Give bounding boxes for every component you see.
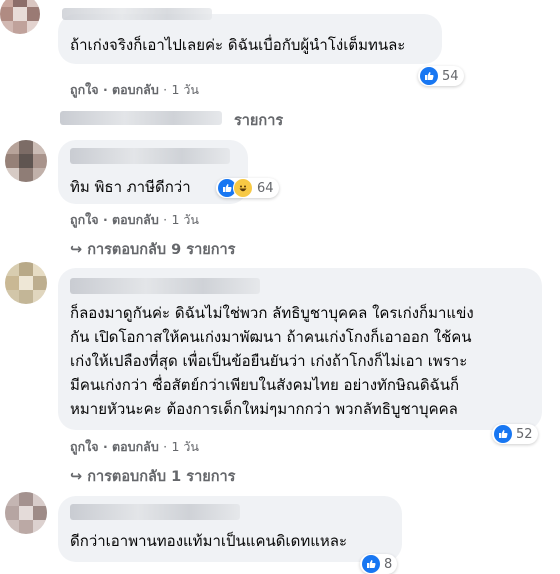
view-replies-label: การตอบกลับ 1 รายการ (87, 469, 236, 485)
comment-actions: ถูกใจ · ตอบกลับ · 1 วัน (70, 437, 199, 457)
comment-text: ทิม พิธา ภาษีดีกว่า (70, 178, 191, 196)
view-replies-link[interactable]: ↪ การตอบกลับ 1 รายการ (70, 465, 235, 488)
reaction-count: 64 (257, 180, 274, 196)
reaction-summary[interactable]: 64 (216, 178, 279, 198)
separator: · (163, 439, 168, 454)
reply-link[interactable]: ตอบกลับ (112, 439, 159, 454)
comment-time[interactable]: 1 วัน (171, 439, 199, 454)
commenter-name-blurred[interactable] (62, 8, 212, 20)
reaction-count: 8 (384, 556, 393, 572)
like-link[interactable]: ถูกใจ (70, 439, 99, 454)
like-link[interactable]: ถูกใจ (70, 82, 99, 97)
reply-arrow-icon: ↪ (70, 469, 83, 485)
comment-actions: ถูกใจ · ตอบกลับ · 1 วัน (70, 80, 199, 100)
separator: · (163, 212, 168, 227)
reaction-count: 52 (516, 426, 533, 442)
reaction-summary[interactable]: 8 (360, 554, 398, 574)
avatar[interactable] (5, 140, 47, 182)
reply-link-blurred[interactable] (60, 111, 222, 125)
comment-text-line: ก็ลองมาดูกันค่ะ ดิฉันไม่ใช่พวก ลัทธิบูชา… (70, 304, 474, 322)
comment-time[interactable]: 1 วัน (171, 212, 199, 227)
separator: · (102, 439, 108, 454)
separator: · (102, 212, 108, 227)
comment-text-line: เก่งให้เปลืองที่สุด เพื่อเป็นข้อยืนยันว่… (70, 352, 468, 370)
reaction-summary[interactable]: 52 (492, 424, 538, 444)
reply-link[interactable]: ตอบกลับ (112, 212, 159, 227)
comment-actions: ถูกใจ · ตอบกลับ · 1 วัน (70, 210, 199, 230)
like-reaction-icon (494, 425, 512, 443)
comment-text-line: กัน เปิดโอกาสให้คนเก่งมาพัฒนา ถ้าคนเก่งโ… (70, 328, 472, 346)
view-replies-label: การตอบกลับ 9 รายการ (87, 242, 236, 258)
reply-arrow-icon: ↪ (70, 242, 83, 258)
reply-link[interactable]: ตอบกลับ (112, 82, 159, 97)
view-replies-suffix[interactable]: รายการ (234, 109, 283, 132)
like-reaction-icon (420, 67, 438, 85)
separator: · (102, 82, 108, 97)
reaction-summary[interactable]: 54 (418, 66, 464, 86)
reaction-count: 54 (442, 68, 459, 84)
comment-text: ดีกว่าเอาพานทองแท้มาเป็นแคนดิเดทแหละ (70, 532, 348, 550)
comment-text-line: มีคนเก่งกว่า ซื่อสัตย์กว่าเพียบในสังคมไท… (70, 376, 460, 394)
comment-text-line: หมายหัวนะคะ ต้องการเด็กใหม่ๆมากกว่า พวกล… (70, 400, 458, 418)
separator: · (163, 82, 168, 97)
haha-reaction-icon (233, 178, 253, 198)
like-link[interactable]: ถูกใจ (70, 212, 99, 227)
view-replies-link[interactable]: ↪ การตอบกลับ 9 รายการ (70, 238, 235, 261)
avatar[interactable] (5, 262, 47, 304)
avatar[interactable] (0, 0, 40, 34)
comment-time[interactable]: 1 วัน (171, 82, 199, 97)
commenter-name-blurred[interactable] (70, 504, 240, 520)
avatar[interactable] (5, 492, 47, 534)
commenter-name-blurred[interactable] (70, 278, 260, 294)
comment-text: ถ้าเก่งจริงก็เอาไปเลยค่ะ ดิฉันเบื่อกับผู… (70, 36, 406, 54)
commenter-name-blurred[interactable] (70, 148, 230, 164)
like-reaction-icon (362, 555, 380, 573)
